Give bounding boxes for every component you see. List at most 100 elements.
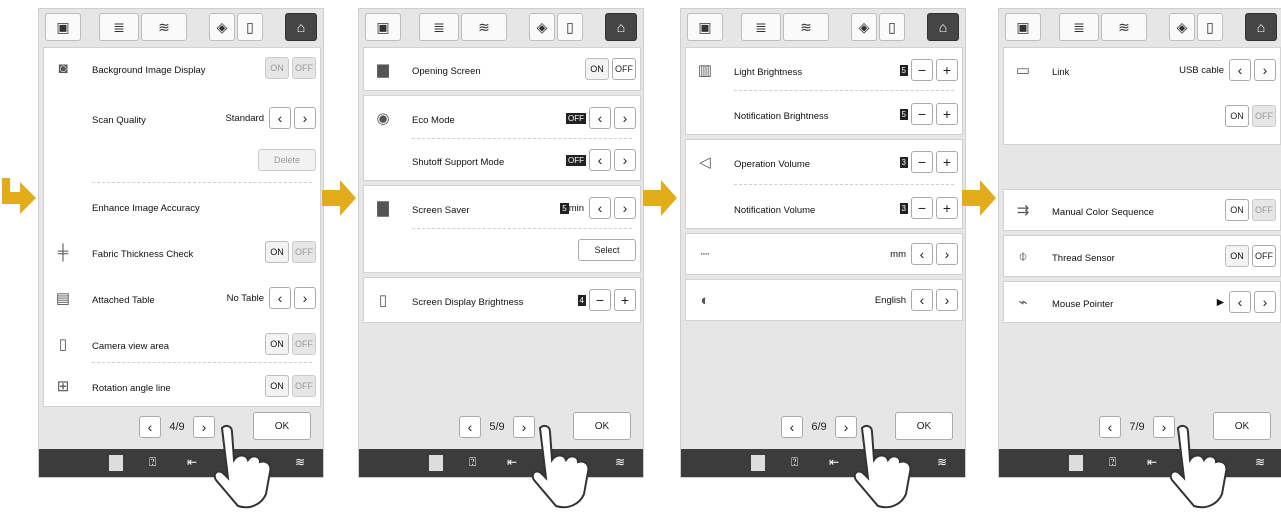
tab-wireless[interactable]: ≋	[461, 13, 507, 41]
prev-button[interactable]: ‹	[269, 107, 291, 129]
prev-page-button[interactable]: ‹	[781, 416, 803, 438]
delete-button[interactable]: Delete	[258, 149, 316, 171]
on-button[interactable]: ON	[265, 57, 289, 79]
prev-button[interactable]: ‹	[589, 197, 611, 219]
tab-sensor[interactable]: ◈	[209, 13, 235, 41]
next-button[interactable]: ›	[1254, 59, 1276, 81]
plus-button[interactable]: +	[936, 59, 958, 81]
sewing-machine-icon: ≣	[1073, 18, 1085, 35]
tab-frame[interactable]: ▯	[557, 13, 583, 41]
help-icon: ⍰	[469, 455, 477, 469]
on-button[interactable]: ON	[585, 58, 609, 80]
tab-bar: ▣ ≣ ≋ ◈ ▯ ⌂	[1001, 13, 1281, 41]
prev-page-button[interactable]: ‹	[139, 416, 161, 438]
camera-view-icon: ▯	[58, 336, 68, 353]
settings-group: ◉ Eco Mode OFF ‹ › Shutoff Support Mode OF…	[363, 95, 641, 181]
tab-embroidery[interactable]: ▣	[1005, 13, 1041, 41]
home-icon: ⌂	[296, 19, 306, 35]
minus-button[interactable]: −	[911, 103, 933, 125]
page-indicator: 5/9	[489, 421, 505, 433]
prev-button[interactable]: ‹	[589, 107, 611, 129]
minus-button[interactable]: −	[911, 197, 933, 219]
tab-home[interactable]: ⌂	[1245, 13, 1277, 41]
sensor-icon: ◈	[858, 18, 870, 35]
plus-button[interactable]: +	[936, 151, 958, 173]
on-button[interactable]: ON	[1225, 199, 1249, 221]
next-button[interactable]: ›	[614, 107, 636, 129]
tab-embroidery[interactable]: ▣	[365, 13, 401, 41]
next-button[interactable]: ›	[614, 197, 636, 219]
plus-button[interactable]: +	[614, 289, 636, 311]
settings-group: ⇉ Manual Color Sequence ON OFF	[1003, 189, 1281, 231]
tab-bar: ▣ ≣ ≋ ◈ ▯ ⌂	[683, 13, 963, 41]
on-button[interactable]: ON	[1225, 105, 1249, 127]
prev-page-button[interactable]: ‹	[1099, 416, 1121, 438]
on-button[interactable]: ON	[265, 333, 289, 355]
prev-button[interactable]: ‹	[269, 287, 291, 309]
off-button[interactable]: OFF	[612, 58, 636, 80]
off-button[interactable]: OFF	[292, 57, 316, 79]
tab-home[interactable]: ⌂	[285, 13, 317, 41]
tab-sewing[interactable]: ≣	[741, 13, 781, 41]
minus-button[interactable]: −	[911, 59, 933, 81]
prev-button[interactable]: ‹	[589, 149, 611, 171]
prev-button[interactable]: ‹	[911, 243, 933, 265]
tab-sensor[interactable]: ◈	[529, 13, 555, 41]
next-button[interactable]: ›	[936, 243, 958, 265]
status-bar: ⍰ ⇤ ≋	[39, 449, 323, 477]
tab-sewing[interactable]: ≣	[99, 13, 139, 41]
tab-sewing[interactable]: ≣	[419, 13, 459, 41]
embroidery-icon: ▣	[698, 18, 712, 35]
on-button[interactable]: ON	[1225, 245, 1249, 267]
fabric-thickness-icon: ╪	[57, 243, 69, 261]
embroidery-icon: ▣	[1016, 18, 1030, 35]
next-button[interactable]: ›	[1254, 291, 1276, 313]
doc-icon	[109, 455, 123, 471]
tab-home[interactable]: ⌂	[927, 13, 959, 41]
prev-page-button[interactable]: ‹	[459, 416, 481, 438]
plus-button[interactable]: +	[936, 103, 958, 125]
tab-frame[interactable]: ▯	[879, 13, 905, 41]
off-button[interactable]: OFF	[1252, 105, 1276, 127]
hoop-icon: ⇤	[1147, 455, 1158, 469]
table-icon: ▤	[55, 290, 71, 307]
hoop-icon: ⇤	[187, 455, 198, 469]
tab-sensor[interactable]: ◈	[1169, 13, 1195, 41]
tab-home[interactable]: ⌂	[605, 13, 637, 41]
off-button[interactable]: OFF	[292, 333, 316, 355]
prev-button[interactable]: ‹	[911, 289, 933, 311]
tab-wireless[interactable]: ≋	[1101, 13, 1147, 41]
pager: ‹ 7/9 ›	[1099, 416, 1175, 438]
settings-group: ┈ mm ‹ ›	[685, 233, 963, 275]
minus-button[interactable]: −	[911, 151, 933, 173]
tab-frame[interactable]: ▯	[1197, 13, 1223, 41]
tab-frame[interactable]: ▯	[237, 13, 263, 41]
on-button[interactable]: ON	[265, 241, 289, 263]
on-button[interactable]: ON	[265, 375, 289, 397]
minus-button[interactable]: −	[589, 289, 611, 311]
tab-sewing[interactable]: ≣	[1059, 13, 1099, 41]
doc-icon	[751, 455, 765, 471]
row-eco-mode: ◉ Eco Mode OFF ‹ ›	[364, 106, 640, 130]
select-button[interactable]: Select	[578, 239, 636, 261]
tab-embroidery[interactable]: ▣	[45, 13, 81, 41]
next-button[interactable]: ›	[294, 287, 316, 309]
tab-sensor[interactable]: ◈	[851, 13, 877, 41]
tab-embroidery[interactable]: ▣	[687, 13, 723, 41]
pager: ‹ 5/9 ›	[459, 416, 535, 438]
next-button[interactable]: ›	[936, 289, 958, 311]
off-button[interactable]: OFF	[1252, 245, 1276, 267]
doc-icon	[429, 455, 443, 471]
off-button[interactable]: OFF	[292, 241, 316, 263]
prev-button[interactable]: ‹	[1229, 291, 1251, 313]
tab-wireless[interactable]: ≋	[141, 13, 187, 41]
plus-button[interactable]: +	[936, 197, 958, 219]
pointer-icon: ▶	[1216, 296, 1224, 308]
off-button[interactable]: OFF	[292, 375, 316, 397]
settings-panel-page-4: ▣ ≣ ≋ ◈ ▯ ⌂ ◙ Background Image Display O…	[38, 8, 324, 478]
tab-wireless[interactable]: ≋	[783, 13, 829, 41]
prev-button[interactable]: ‹	[1229, 59, 1251, 81]
next-button[interactable]: ›	[294, 107, 316, 129]
next-button[interactable]: ›	[614, 149, 636, 171]
off-button[interactable]: OFF	[1252, 199, 1276, 221]
